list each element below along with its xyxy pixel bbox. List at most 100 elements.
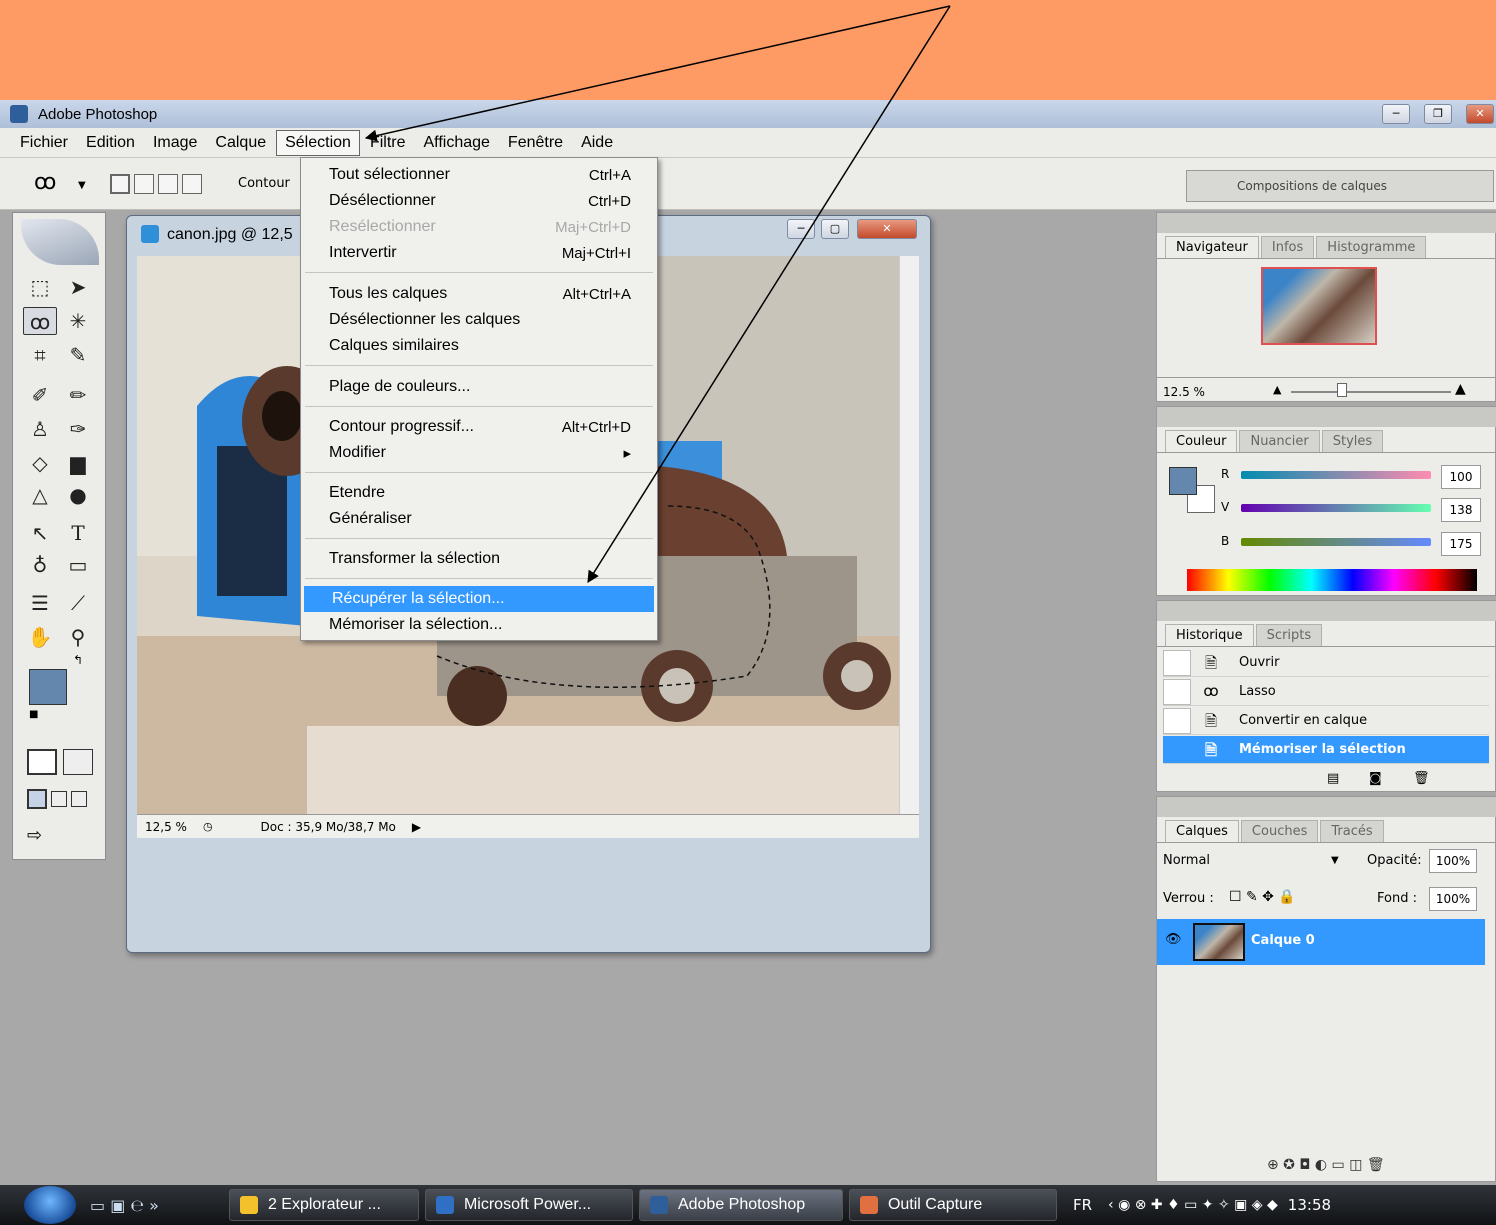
channel-b-slider[interactable] (1241, 538, 1431, 546)
move-icon[interactable]: ➤ (61, 273, 95, 301)
lasso-preset-icon[interactable]: ꝏ (34, 170, 56, 195)
default-colors-icon[interactable]: ■ (29, 709, 38, 720)
snapshot-icon[interactable]: ◙ (1369, 771, 1382, 786)
close-button[interactable]: ✕ (1466, 104, 1494, 124)
menu-selection[interactable]: Sélection (276, 129, 360, 156)
status-menu-arrow-icon[interactable]: ▶ (404, 820, 429, 834)
eraser-icon[interactable]: ◇ (23, 449, 57, 477)
blur-icon[interactable]: △ (23, 481, 57, 509)
intersect-selection-icon[interactable] (182, 174, 202, 194)
slice-icon[interactable]: ✎ (61, 341, 95, 369)
healing-brush-icon[interactable]: ✐ (23, 381, 57, 409)
text-icon[interactable]: T (61, 519, 95, 547)
quick-launch-icons[interactable]: ▭ ▣ ℮ » (90, 1196, 159, 1215)
hand-icon[interactable]: ✋ (23, 623, 57, 651)
menu-item-deselectionner[interactable]: Désélectionner Ctrl+D (301, 188, 657, 214)
color-fg-swatch[interactable] (1169, 467, 1197, 495)
taskbar-explorer[interactable]: 2 Explorateur ... (228, 1189, 419, 1221)
screen-mode-full-icon[interactable] (71, 791, 87, 807)
tab-histogramme[interactable]: Histogramme (1316, 236, 1427, 258)
zoom-in-icon[interactable]: ▲ (1455, 381, 1466, 397)
gradient-icon[interactable]: ▆ (61, 449, 95, 477)
tray-icons[interactable]: ‹ ◉ ⊗ ✚ ♦ ▭ ✦ ✧ ▣ ◈ ◆ (1108, 1197, 1278, 1213)
layer-footer-icons[interactable]: ⊕ ✪ ◘ ◐ ▭ ◫ 🗑 (1267, 1157, 1385, 1173)
tab-navigateur[interactable]: Navigateur (1165, 236, 1259, 258)
subtract-selection-icon[interactable] (158, 174, 178, 194)
menu-item-deselectionner-calques[interactable]: Désélectionner les calques (301, 307, 657, 333)
marquee-icon[interactable]: ⬚ (23, 273, 57, 301)
restore-button[interactable]: ❐ (1424, 104, 1452, 124)
chevron-down-icon[interactable]: ▼ (1331, 855, 1339, 866)
menu-item-tout-selectionner[interactable]: Tout sélectionner Ctrl+A (301, 162, 657, 188)
taskbar-capture[interactable]: Outil Capture (848, 1189, 1057, 1221)
doc-minimize-button[interactable]: ─ (787, 219, 815, 239)
eyedropper-icon[interactable]: ⟋ (61, 589, 95, 617)
add-selection-icon[interactable] (134, 174, 154, 194)
menu-aide[interactable]: Aide (573, 131, 621, 155)
eye-icon[interactable]: 👁 (1165, 932, 1182, 947)
zoom-icon[interactable]: ⚲ (61, 623, 95, 651)
channel-r-slider[interactable] (1241, 471, 1431, 479)
minimize-button[interactable]: ─ (1382, 104, 1410, 124)
navigator-zoom-value[interactable]: 12.5 % (1163, 385, 1205, 399)
standard-mode-icon[interactable] (27, 749, 57, 775)
menu-item-generaliser[interactable]: Généraliser (301, 506, 657, 532)
quick-mask-icon[interactable] (63, 749, 93, 775)
doc-maximize-button[interactable]: ▢ (821, 219, 849, 239)
new-selection-icon[interactable] (110, 174, 130, 194)
menu-item-etendre[interactable]: Etendre (301, 480, 657, 506)
menu-item-intervertir[interactable]: Intervertir Maj+Ctrl+I (301, 240, 657, 266)
menu-image[interactable]: Image (145, 131, 205, 155)
menu-fichier[interactable]: Fichier (12, 131, 76, 155)
new-document-icon[interactable]: ▤ (1327, 771, 1339, 786)
menu-fenetre[interactable]: Fenêtre (500, 131, 571, 155)
stamp-icon[interactable]: ♙ (23, 415, 57, 443)
start-button[interactable] (24, 1186, 76, 1224)
color-spectrum-bar[interactable] (1187, 569, 1477, 591)
menu-filtre[interactable]: Filtre (362, 131, 414, 155)
doc-zoom-value[interactable]: 12,5 % (137, 820, 195, 834)
menu-item-transformer-selection[interactable]: Transformer la sélection (301, 546, 657, 572)
menu-item-plage-couleurs[interactable]: Plage de couleurs... (301, 374, 657, 400)
menu-item-memoriser-selection[interactable]: Mémoriser la sélection... (301, 612, 657, 638)
fill-value[interactable]: 100% (1429, 887, 1477, 911)
channel-v-value[interactable]: 138 (1441, 498, 1481, 522)
tab-couches[interactable]: Couches (1240, 820, 1319, 842)
magic-wand-icon[interactable]: ✳ (61, 307, 95, 335)
palette-well[interactable]: Compositions de calques (1186, 170, 1494, 202)
navigator-thumbnail[interactable] (1261, 267, 1377, 345)
language-indicator[interactable]: FR (1073, 1196, 1092, 1214)
taskbar-powerpoint[interactable]: Microsoft Power... (424, 1189, 633, 1221)
foreground-color-swatch[interactable] (29, 669, 67, 705)
tab-infos[interactable]: Infos (1260, 236, 1315, 258)
menu-edition[interactable]: Edition (78, 131, 143, 155)
shape-icon[interactable]: ▭ (61, 551, 95, 579)
layer-row[interactable]: 👁 Calque 0 (1157, 919, 1485, 965)
doc-close-button[interactable]: ✕ (857, 219, 917, 239)
notes-icon[interactable]: ☰ (23, 589, 57, 617)
dodge-icon[interactable]: ● (61, 481, 95, 509)
zoom-slider-thumb[interactable] (1337, 383, 1347, 397)
history-item[interactable]: 🗎 Convertir en calque (1163, 707, 1489, 735)
tab-couleur[interactable]: Couleur (1165, 430, 1238, 452)
brush-icon[interactable]: ✏ (61, 381, 95, 409)
tab-nuancier[interactable]: Nuancier (1239, 430, 1320, 452)
history-item-active[interactable]: 🗎 Mémoriser la sélection (1163, 736, 1489, 764)
menu-item-tous-les-calques[interactable]: Tous les calques Alt+Ctrl+A (301, 281, 657, 307)
history-brush-icon[interactable]: ✑ (61, 415, 95, 443)
screen-mode-standard-icon[interactable] (27, 789, 47, 809)
navigator-zoom-slider[interactable] (1291, 391, 1451, 393)
tab-traces[interactable]: Tracés (1320, 820, 1384, 842)
opacity-value[interactable]: 100% (1429, 849, 1477, 873)
vertical-scrollbar[interactable] (899, 256, 919, 814)
trash-icon[interactable]: 🗑 (1413, 771, 1430, 786)
tab-styles[interactable]: Styles (1321, 430, 1384, 452)
jump-to-imageready-icon[interactable]: ⇨ (27, 825, 42, 846)
tab-scripts[interactable]: Scripts (1255, 624, 1323, 646)
menu-item-modifier[interactable]: Modifier ▸ (301, 440, 657, 466)
zoom-out-icon[interactable]: ▲ (1273, 383, 1281, 396)
history-item[interactable]: 🗎 Ouvrir (1163, 649, 1489, 677)
tab-calques[interactable]: Calques (1165, 820, 1239, 842)
history-item[interactable]: ꝏ Lasso (1163, 678, 1489, 706)
well-compositions-tab[interactable]: Compositions de calques (1237, 179, 1387, 193)
